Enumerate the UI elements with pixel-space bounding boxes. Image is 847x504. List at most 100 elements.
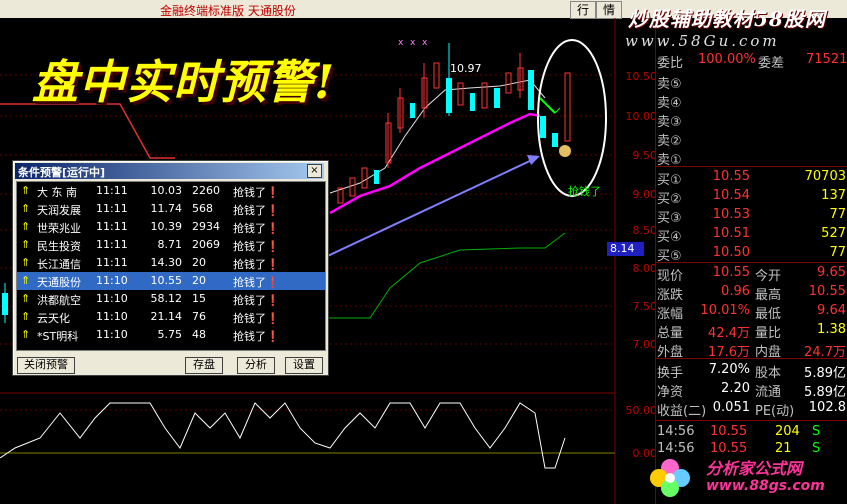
tick-price: 10.55 — [710, 424, 748, 439]
stock-name: *ST明科 — [37, 330, 79, 343]
buy-level-label: 买③ — [657, 211, 682, 226]
up-arrow-icon: ⇑ — [21, 274, 31, 287]
analyze-button[interactable]: 分析 — [237, 357, 275, 374]
arrow-head — [527, 155, 540, 165]
settings-button[interactable]: 设置 — [285, 357, 323, 374]
current-price-tag: 8.14 — [607, 242, 644, 256]
alert-price: 10.55 — [150, 274, 183, 287]
stat-label: 现价 — [657, 269, 684, 284]
up-arrow-icon: ⇑ — [21, 238, 31, 251]
finance-label: 换手 — [657, 366, 684, 381]
stat-label: 总量 — [657, 326, 684, 341]
stat-value: 1.38 — [817, 322, 846, 337]
close-button[interactable]: × — [307, 164, 322, 178]
alert-row[interactable]: ⇑ 洪都航空 11:10 58.12 15 抢钱了❗ — [17, 290, 325, 308]
price-tick: 8.50 — [632, 224, 658, 237]
alert-message: 抢钱了❗ — [233, 186, 280, 199]
price-tick: 7.50 — [632, 300, 658, 313]
stock-name: 天润发展 — [37, 204, 81, 217]
tick-flag: S — [812, 424, 821, 439]
info-button[interactable]: 情 — [596, 1, 622, 19]
alert-message: 抢钱了❗ — [233, 258, 280, 271]
stat-value: 0.96 — [721, 284, 750, 299]
alert-volume: 2934 — [192, 220, 220, 233]
alert-volume: 48 — [192, 328, 206, 341]
alert-row[interactable]: ⇑ 云天化 11:10 21.14 76 抢钱了❗ — [17, 308, 325, 326]
stat-label: 最高 — [755, 288, 782, 303]
svg-text:x: x — [398, 38, 404, 48]
alert-row[interactable]: ⇑ *ST明科 11:10 5.75 48 抢钱了❗ — [17, 326, 325, 344]
finance-value: 5.89亿 — [804, 385, 846, 400]
up-arrow-icon: ⇑ — [21, 292, 31, 305]
close-alert-button[interactable]: 关闭预警 — [17, 357, 75, 374]
stock-name: 世荣兆业 — [37, 222, 81, 235]
stat-value: 10.55 — [808, 284, 846, 299]
stock-name: 大 东 南 — [37, 186, 77, 199]
order-ratio-value: 100.00% — [698, 52, 756, 67]
site-url: www.58Gu.com — [625, 32, 780, 50]
buy-level-volume: 70703 — [804, 169, 846, 184]
alert-time: 11:11 — [96, 184, 128, 197]
price-tick: 7.00 — [632, 338, 658, 351]
stat-label: 涨幅 — [657, 307, 684, 322]
finance-value: 102.8 — [808, 400, 846, 415]
stat-value: 10.01% — [700, 303, 750, 318]
alert-price: 21.14 — [150, 310, 183, 323]
alert-volume: 2069 — [192, 238, 220, 251]
quote-button[interactable]: 行 — [570, 1, 596, 19]
buy-level-price: 10.54 — [712, 188, 750, 203]
support-line — [300, 232, 566, 319]
alert-row[interactable]: ⇑ 天润发展 11:11 11.74 568 抢钱了❗ — [17, 200, 325, 218]
alert-window[interactable]: 条件预警[运行中] × ⇑ 大 东 南 11:11 10.03 2260 抢钱了❗ ⇑ 天润发… — [12, 160, 329, 376]
buy-level-volume: 527 — [821, 226, 846, 241]
alert-price: 58.12 — [150, 292, 183, 305]
finance-label: 净资 — [657, 385, 684, 400]
alert-message: 抢钱了❗ — [233, 276, 280, 289]
alert-message: 抢钱了❗ — [233, 240, 280, 253]
alert-time: 11:11 — [96, 238, 128, 251]
highlight-ellipse — [537, 39, 607, 197]
tick-volume: 204 — [775, 424, 800, 439]
up-arrow-icon: ⇑ — [21, 256, 31, 269]
price-tick: 8.00 — [632, 262, 658, 275]
stat-label: 今开 — [755, 269, 782, 284]
buy-level-volume: 77 — [829, 245, 846, 260]
buy-level-label: 买① — [657, 173, 682, 188]
up-arrow-icon: ⇑ — [21, 328, 31, 341]
high-price-label: 10.97 — [450, 62, 482, 75]
alert-volume: 76 — [192, 310, 206, 323]
stat-label: 量比 — [755, 326, 782, 341]
alert-row[interactable]: ⇑ 长江通信 11:11 14.30 20 抢钱了❗ — [17, 254, 325, 272]
sell-level-label: 卖⑤ — [657, 77, 682, 92]
signal-label: 抢钱了 — [568, 185, 601, 198]
alert-row[interactable]: ⇑ 大 东 南 11:11 10.03 2260 抢钱了❗ — [17, 182, 325, 200]
divider — [655, 166, 847, 167]
alert-titlebar[interactable]: 条件预警[运行中] × — [15, 163, 324, 179]
alert-list[interactable]: ⇑ 大 东 南 11:11 10.03 2260 抢钱了❗ ⇑ 天润发展 11:11 11.74 5… — [16, 181, 326, 351]
price-tick: 10.00 — [625, 110, 658, 123]
alert-row[interactable]: ⇑ 天通股份 11:10 10.55 20 抢钱了❗ — [17, 272, 325, 290]
stock-name: 长江通信 — [37, 258, 81, 271]
save-button[interactable]: 存盘 — [185, 357, 223, 374]
stat-value: 10.55 — [712, 265, 750, 280]
alert-price: 11.74 — [150, 202, 183, 215]
up-arrow-icon: ⇑ — [21, 184, 31, 197]
finance-label: 股本 — [755, 366, 782, 381]
alert-row[interactable]: ⇑ 民生投资 11:11 8.71 2069 抢钱了❗ — [17, 236, 325, 254]
stat-value: 42.4万 — [708, 326, 750, 341]
alert-message: 抢钱了❗ — [233, 330, 280, 343]
indicator-tick: 50.00 — [625, 404, 658, 417]
alert-banner: 盘中实时预警! — [32, 55, 336, 109]
alert-message: 抢钱了❗ — [233, 204, 280, 217]
signal-marks: x x x — [398, 38, 428, 48]
stat-label: 涨跌 — [657, 288, 684, 303]
finance-label: 流通 — [755, 385, 782, 400]
site-logo: 炒股辅助教材58股网 — [628, 7, 826, 31]
buy-level-price: 10.50 — [712, 245, 750, 260]
alert-message: 抢钱了❗ — [233, 294, 280, 307]
buy-level-volume: 77 — [829, 207, 846, 222]
alert-volume: 20 — [192, 256, 206, 269]
alert-row[interactable]: ⇑ 世荣兆业 11:11 10.39 2934 抢钱了❗ — [17, 218, 325, 236]
divider — [655, 262, 847, 263]
buy-level-label: 买④ — [657, 230, 682, 245]
